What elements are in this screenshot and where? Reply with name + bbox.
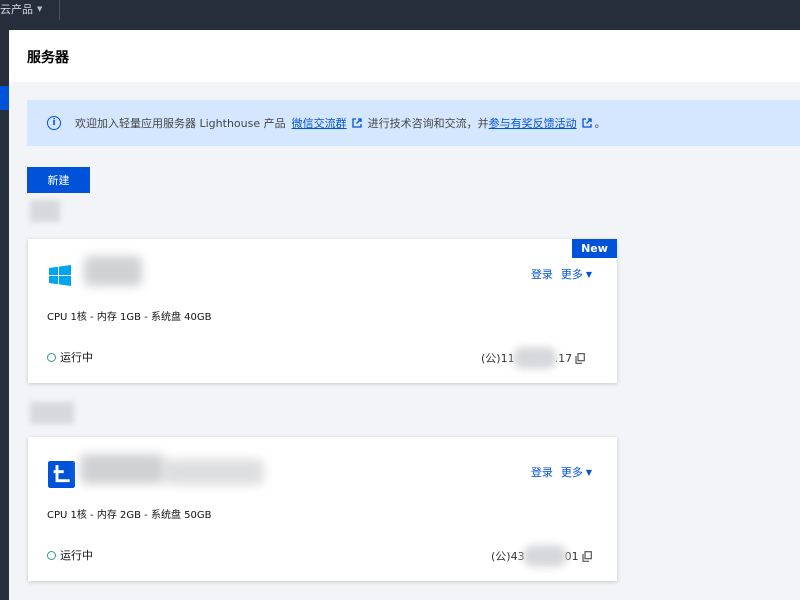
product-menu[interactable]: 云产品 ▼ [0, 1, 42, 17]
external-link-icon [581, 118, 592, 128]
instance-name[interactable] [80, 454, 164, 484]
login-button[interactable]: 登录 [531, 464, 553, 480]
wechat-group-link[interactable]: 微信交流群 [292, 115, 347, 131]
more-menu[interactable]: 更多 ▼ [561, 266, 592, 282]
page-header: 服务器 [9, 30, 800, 82]
instance-spec: CPU 1核 - 内存 1GB - 系统盘 40GB [47, 312, 212, 323]
running-status-icon [47, 550, 56, 560]
notice-text-middle: 进行技术咨询和交流，并 [367, 117, 489, 130]
instance-status: 运行中 [47, 349, 93, 365]
public-ip: (公)43 01 [491, 545, 592, 567]
public-ip: (公)11 .17 [481, 347, 585, 369]
ip-prefix: (公)11 [481, 352, 515, 365]
chevron-down-icon: ▼ [585, 269, 592, 279]
side-nav [0, 30, 9, 600]
region-group-label [30, 200, 60, 222]
instance-spec: CPU 1核 - 内存 2GB - 系统盘 50GB [47, 510, 212, 521]
side-nav-active-indicator [0, 86, 9, 110]
instance-card[interactable]: 登录 更多 ▼ CPU 1核 - 内存 2GB - 系统盘 50GB 运行中 (… [28, 437, 617, 581]
new-instance-button[interactable]: 新建 [27, 167, 90, 193]
copy-icon[interactable] [581, 550, 592, 562]
notice-text-end: 。 [594, 117, 606, 130]
ip-redacted [522, 545, 567, 567]
notice-banner: i 欢迎加入轻量应用服务器 Lighthouse 产品 微信交流群 进行技术咨询… [27, 100, 800, 146]
instance-name-extended [163, 459, 264, 485]
region-group-label [30, 402, 74, 424]
feedback-activity-link[interactable]: 参与有奖反馈活动 [489, 115, 577, 131]
windows-logo-icon [49, 265, 71, 286]
instance-status: 运行中 [47, 547, 93, 563]
ip-prefix: (公)43 [491, 550, 525, 563]
lighthouse-logo-icon [48, 461, 75, 488]
instance-name[interactable] [84, 256, 142, 286]
product-menu-label: 云产品 [0, 3, 33, 16]
notice-text: 欢迎加入轻量应用服务器 Lighthouse 产品 [75, 117, 286, 130]
more-label: 更多 [560, 466, 583, 479]
instance-actions: 登录 更多 ▼ [531, 266, 592, 282]
info-icon: i [47, 116, 61, 130]
chevron-down-icon: ▼ [585, 467, 592, 477]
status-label: 运行中 [60, 549, 93, 562]
running-status-icon [47, 352, 56, 362]
top-nav: 云产品 ▼ [0, 0, 800, 30]
new-badge: New [572, 239, 617, 258]
more-label: 更多 [560, 268, 583, 281]
chevron-down-icon: ▼ [37, 5, 43, 13]
instance-card[interactable]: New 登录 更多 ▼ CPU 1核 - 内存 1GB - 系统盘 40GB 运… [28, 239, 617, 383]
ip-suffix: 01 [564, 549, 579, 563]
copy-icon[interactable] [575, 352, 585, 364]
ip-suffix: .17 [554, 351, 573, 365]
page-title: 服务器 [27, 50, 69, 66]
external-link-icon [351, 118, 362, 128]
nav-divider [59, 0, 60, 20]
more-menu[interactable]: 更多 ▼ [561, 464, 592, 480]
instance-actions: 登录 更多 ▼ [531, 464, 592, 480]
status-label: 运行中 [60, 351, 93, 364]
login-button[interactable]: 登录 [531, 266, 553, 282]
ip-redacted [512, 347, 557, 369]
